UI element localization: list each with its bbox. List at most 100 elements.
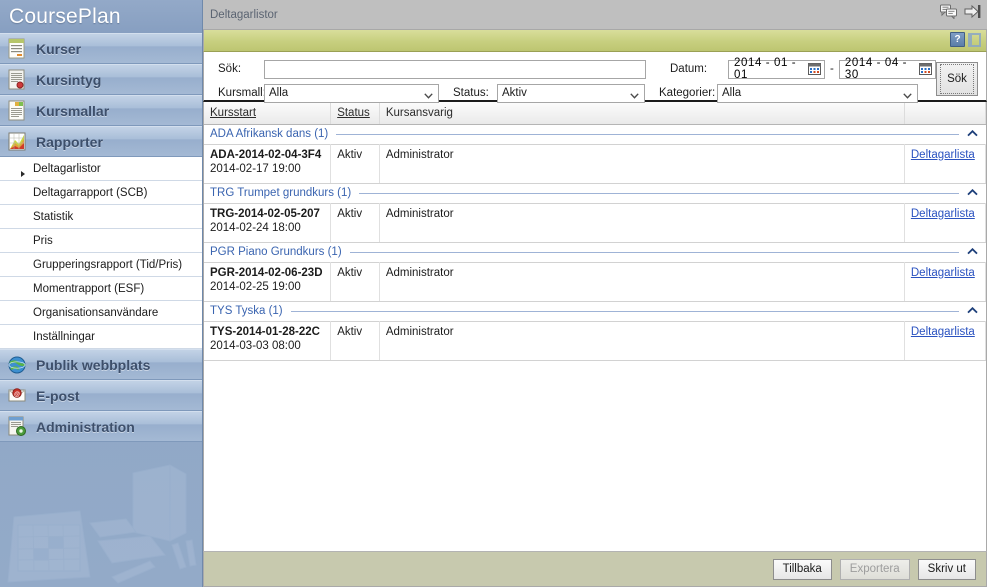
kursmall-value: Alla (269, 87, 289, 99)
sidebar-subitem-statistik[interactable]: Statistik (0, 205, 202, 229)
status-select[interactable]: Aktiv (497, 83, 645, 103)
cell-status: Aktiv (330, 202, 380, 243)
sidebar-subitem-installningar[interactable]: Inställningar (0, 325, 202, 349)
group-header-row[interactable]: PGR Piano Grundkurs (1) (204, 242, 986, 262)
group-name[interactable]: TYS Tyska (1) (210, 305, 283, 317)
sidebar-item-rapporter[interactable]: Rapporter (0, 126, 202, 157)
sidebar-subitem-grupperingsrapport[interactable]: Grupperingsrapport (Tid/Pris) (0, 253, 202, 277)
sidebar-item-epost[interactable]: @ E-post (0, 380, 202, 411)
cell-status: Aktiv (330, 143, 380, 184)
deltagarlista-link[interactable]: Deltagarlista (911, 267, 975, 279)
filter-row-1: Sök: Datum: 2014 - 01 - 01 - 2014 - 04 -… (218, 57, 978, 81)
sidebar-subitem-deltagarlistor[interactable]: Deltagarlistor (0, 157, 202, 181)
table-row[interactable]: ADA-2014-02-04-3F4 2014-02-17 19:00 Akti… (204, 143, 986, 184)
table-row[interactable]: PGR-2014-02-06-23D 2014-02-25 19:00 Akti… (204, 261, 986, 302)
date-to-value: 2014 - 04 - 30 (844, 57, 908, 81)
date-separator: - (830, 63, 834, 75)
datum-label: Datum: (670, 63, 708, 75)
cell-action: Deltagarlista (904, 261, 986, 302)
course-start-date: 2014-02-25 19:00 (210, 280, 301, 293)
cell-action: Deltagarlista (904, 320, 986, 361)
group-header-row[interactable]: TRG Trumpet grundkurs (1) (204, 183, 986, 203)
course-code: PGR-2014-02-06-23D (210, 266, 323, 279)
kursmall-select[interactable]: Alla (264, 83, 439, 103)
column-header-status[interactable]: Status (330, 102, 380, 125)
print-button[interactable]: Skriv ut (917, 558, 976, 580)
group-header-row[interactable]: ADA Afrikansk dans (1) (204, 124, 986, 144)
document-lines-icon (7, 38, 27, 59)
sok-label: Sök: (218, 63, 242, 75)
cell-kursansvarig: Administrator (379, 320, 905, 361)
search-input[interactable] (264, 59, 646, 79)
top-bar-icons (940, 4, 981, 22)
calendar-icon[interactable] (808, 63, 821, 75)
sidebar-item-label: E-post (36, 387, 80, 404)
globe-icon (7, 354, 27, 375)
course-start-date: 2014-03-03 08:00 (210, 339, 301, 352)
help-icon[interactable]: ? (950, 32, 965, 47)
sidebar-subitem-organisationsanvandare[interactable]: Organisationsanvändare (0, 301, 202, 325)
help-controls: ? (950, 32, 981, 47)
cell-kursstart: TRG-2014-02-05-207 2014-02-24 18:00 (204, 202, 332, 243)
group-divider (290, 310, 959, 312)
chevron-down-icon (903, 90, 912, 102)
deltagarlista-link[interactable]: Deltagarlista (911, 149, 975, 161)
olive-title-bar: ? (203, 30, 987, 52)
cell-kursansvarig: Administrator (379, 143, 905, 184)
chart-icon (7, 131, 27, 152)
sidebar-subitem-label: Momentrapport (ESF) (33, 282, 145, 295)
group-divider (359, 192, 959, 194)
panel-icon[interactable] (968, 32, 981, 47)
group-name[interactable]: TRG Trumpet grundkurs (1) (210, 187, 351, 199)
sidebar-item-kurser[interactable]: Kurser (0, 33, 202, 64)
status-label: Status: (453, 87, 489, 99)
sidebar: CoursePlan Kurser Kursintyg Kursmallar R… (0, 0, 203, 587)
kategorier-select[interactable]: Alla (717, 83, 918, 103)
results-table: Kursstart Status Kursansvarig ADA Afrika… (204, 102, 986, 361)
date-from-field[interactable]: 2014 - 01 - 01 (728, 57, 825, 81)
course-code: TRG-2014-02-05-207 (210, 207, 320, 220)
kursmall-label: Kursmall: (218, 87, 266, 99)
sidebar-item-kursintyg[interactable]: Kursintyg (0, 64, 202, 95)
sidebar-item-kursmallar[interactable]: Kursmallar (0, 95, 202, 126)
deltagarlista-link[interactable]: Deltagarlista (911, 208, 975, 220)
sidebar-item-publik-webbplats[interactable]: Publik webbplats (0, 349, 202, 380)
brand-header: CoursePlan (0, 0, 202, 33)
table-row[interactable]: TYS-2014-01-28-22C 2014-03-03 08:00 Akti… (204, 320, 986, 361)
cell-action: Deltagarlista (904, 202, 986, 243)
sidebar-subitem-pris[interactable]: Pris (0, 229, 202, 253)
sidebar-watermark-illustration (0, 437, 202, 587)
chevron-up-icon[interactable] (966, 247, 978, 258)
deltagarlista-link[interactable]: Deltagarlista (911, 326, 975, 338)
sidebar-subitem-label: Organisationsanvändare (33, 306, 159, 319)
cell-status: Aktiv (330, 261, 380, 302)
date-to-field[interactable]: 2014 - 04 - 30 (838, 57, 936, 81)
main-panel: Deltagarlistor ? Sök: Datum: 2014 - 01 -… (203, 0, 987, 587)
page-title: Deltagarlistor (210, 8, 278, 21)
cell-kursstart: ADA-2014-02-04-3F4 2014-02-17 19:00 (204, 143, 332, 184)
table-row[interactable]: TRG-2014-02-05-207 2014-02-24 18:00 Akti… (204, 202, 986, 243)
kategorier-value: Alla (722, 87, 742, 99)
sidebar-subitem-momentrapport[interactable]: Momentrapport (ESF) (0, 277, 202, 301)
logout-arrow-icon[interactable] (964, 4, 981, 22)
group-divider (336, 133, 959, 135)
svg-text:@: @ (14, 392, 20, 398)
sidebar-subitem-label: Inställningar (33, 330, 96, 343)
group-header-row[interactable]: TYS Tyska (1) (204, 301, 986, 321)
chat-bubbles-icon[interactable] (940, 4, 957, 22)
status-value: Aktiv (502, 87, 527, 99)
brand-title: CoursePlan (9, 4, 121, 28)
group-name[interactable]: PGR Piano Grundkurs (1) (210, 246, 342, 258)
column-header-kursstart[interactable]: Kursstart (204, 102, 332, 125)
calendar-icon[interactable] (918, 63, 932, 75)
search-submit-button[interactable]: Sök (936, 62, 978, 96)
back-button[interactable]: Tillbaka (772, 558, 832, 580)
chevron-up-icon[interactable] (966, 129, 978, 140)
chevron-up-icon[interactable] (966, 306, 978, 317)
chevron-up-icon[interactable] (966, 188, 978, 199)
group-name[interactable]: ADA Afrikansk dans (1) (210, 128, 328, 140)
sidebar-subitem-deltagarrapport-scb[interactable]: Deltagarrapport (SCB) (0, 181, 202, 205)
course-code: ADA-2014-02-04-3F4 (210, 148, 322, 161)
column-header-kursansvarig[interactable]: Kursansvarig (379, 102, 905, 125)
results-table-container: Kursstart Status Kursansvarig ADA Afrika… (203, 102, 987, 551)
